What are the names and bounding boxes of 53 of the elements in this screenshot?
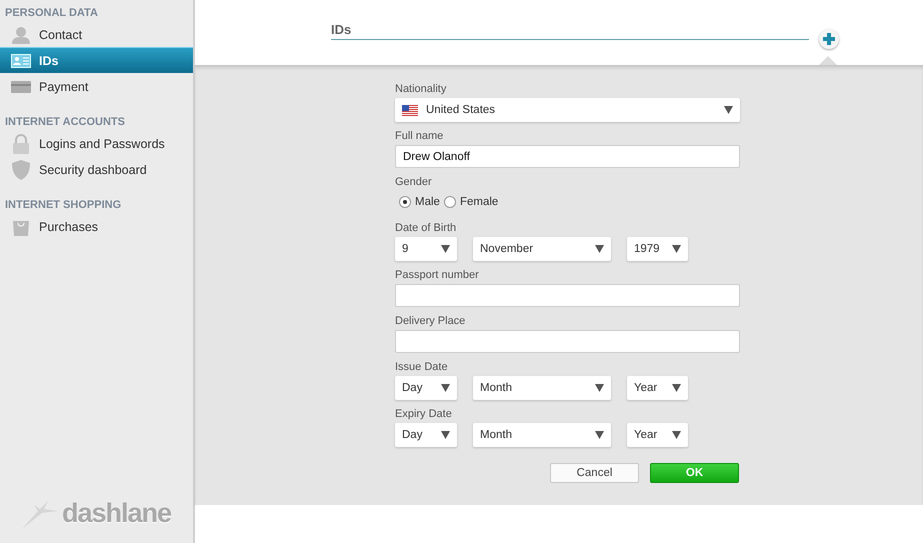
caret-icon	[441, 245, 450, 253]
id-card-icon	[11, 54, 31, 68]
section-heading: PERSONAL DATA	[4, 6, 99, 21]
caret-icon	[595, 384, 604, 392]
date-select[interactable]: Day	[395, 376, 457, 400]
field-label: Delivery Place	[395, 315, 466, 327]
cancel-button[interactable]: Cancel	[550, 463, 639, 483]
date-select[interactable]: Month	[473, 376, 611, 400]
caret-icon	[441, 431, 450, 439]
section-title: IDs	[331, 22, 809, 40]
caret-icon	[595, 431, 604, 439]
text-field[interactable]: Drew Olanoff	[395, 145, 740, 168]
caret-icon	[672, 245, 681, 253]
field-label: Passport number	[395, 269, 480, 281]
field-label: Full name	[395, 130, 444, 142]
card-icon	[11, 80, 31, 92]
shield-icon	[11, 160, 31, 180]
field-label: Issue Date	[395, 361, 449, 373]
section-heading: INTERNET SHOPPING	[4, 198, 122, 213]
caret-icon	[672, 384, 681, 392]
date-select[interactable]: Year	[627, 423, 688, 447]
date-select[interactable]: Month	[473, 423, 611, 447]
text-field[interactable]	[395, 284, 740, 307]
field-label: Nationality	[395, 83, 448, 95]
add-button[interactable]	[819, 29, 839, 49]
caret-icon	[595, 245, 604, 253]
person-icon	[11, 26, 31, 44]
plus-icon	[823, 33, 835, 45]
caret-icon	[724, 106, 733, 114]
sidebar-item[interactable]: Purchases	[0, 213, 193, 239]
field-label: Date of Birth	[395, 222, 458, 234]
flag-icon	[402, 104, 418, 116]
sidebar-item[interactable]: Contact	[0, 21, 193, 47]
sidebar-item[interactable]: IDs	[0, 47, 193, 73]
date-select[interactable]: Day	[395, 423, 457, 447]
lock-icon	[11, 134, 31, 154]
sidebar-item[interactable]: Logins and Passwords	[0, 130, 193, 156]
date-select[interactable]: Year	[627, 376, 688, 400]
radio-option[interactable]: Male	[399, 196, 440, 208]
date-select[interactable]: 1979	[627, 237, 688, 261]
sidebar-item[interactable]: Payment	[0, 73, 193, 99]
section-heading: INTERNET ACCOUNTS	[4, 115, 126, 130]
text-field[interactable]	[395, 330, 740, 353]
caret-icon	[672, 431, 681, 439]
logo: dashlane	[62, 498, 172, 529]
nationality-select[interactable]: United States	[395, 98, 740, 122]
field-label: Expiry Date	[395, 408, 453, 420]
sidebar-item[interactable]: Security dashboard	[0, 156, 193, 182]
date-select[interactable]: November	[473, 237, 611, 261]
caret-icon	[441, 384, 450, 392]
date-select[interactable]: 9	[395, 237, 457, 261]
field-label: Gender	[395, 176, 433, 188]
radio-option[interactable]: Female	[444, 196, 498, 208]
